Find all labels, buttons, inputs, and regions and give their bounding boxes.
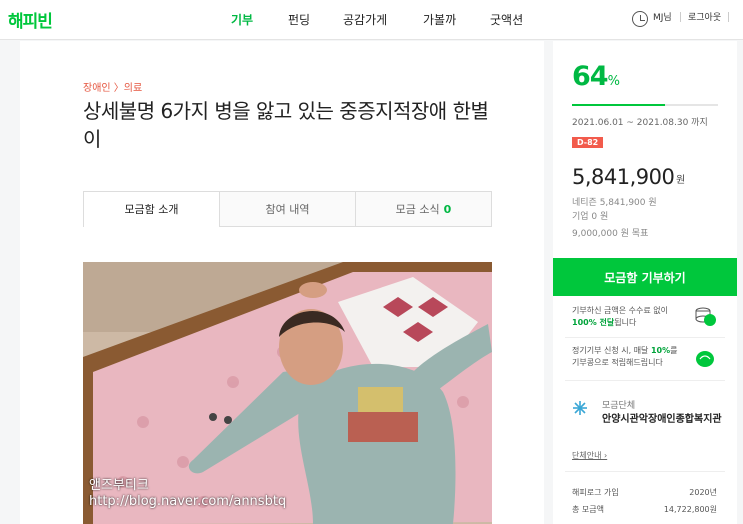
- tab-news[interactable]: 모금 소식 0: [355, 192, 491, 226]
- user-name[interactable]: MJ님: [653, 10, 672, 23]
- stat-total-label: 총 모금액: [572, 505, 604, 514]
- campaign-tabs: 모금함 소개 참여 내역 모금 소식 0: [83, 191, 492, 227]
- donate-button[interactable]: 모금함 기부하기: [553, 258, 737, 296]
- happybean-logo[interactable]: 해피빈: [8, 7, 53, 32]
- photo-watermark-name: 앤즈부티크: [89, 478, 149, 493]
- tab-intro-label: 모금함 소개: [124, 202, 179, 216]
- progress-bar-fill: [572, 104, 666, 106]
- photo-watermark-url: http://blog.naver.com/annsbtq: [89, 494, 287, 509]
- divider: [565, 380, 725, 381]
- goal-amount: 9,000,000 원 목표: [572, 229, 649, 239]
- percent-unit: %: [607, 74, 620, 89]
- tab-intro[interactable]: 모금함 소개: [84, 192, 219, 227]
- divider: [728, 12, 729, 22]
- campaign-main: 장애인 〉의료 상세불명 6가지 병을 앓고 있는 중증지적장애 한별이 모금함…: [20, 41, 544, 524]
- nav-place[interactable]: 가볼까: [423, 11, 456, 28]
- dday-badge: D-82: [572, 137, 604, 148]
- divider: [565, 471, 725, 472]
- clock-icon[interactable]: [632, 11, 648, 27]
- top-header: 해피빈 기부 펀딩 공감가게 가볼까 굿액션 MJ님 로그아웃: [0, 0, 743, 40]
- campaign-photo: 앤즈부티크 http://blog.naver.com/annsbtq: [83, 262, 492, 524]
- stat-join-label: 해피로그 가입: [572, 488, 619, 497]
- progress-bar: [572, 104, 718, 106]
- nav-donate[interactable]: 기부: [231, 11, 253, 28]
- notice-regular-pre: 정기기부 신청 시, 매달: [572, 346, 651, 355]
- tab-participants[interactable]: 참여 내역: [219, 192, 355, 226]
- bean-icon: [696, 351, 714, 367]
- divider: [565, 337, 725, 338]
- netizen-amount: 네티즌 5,841,900 원: [572, 198, 657, 208]
- notice-no-fee-line2: 됩니다: [614, 318, 637, 327]
- donation-sidebar: 64% 2021.06.01 ~ 2021.08.30 까지 D-82 5,84…: [553, 41, 737, 524]
- stat-join-value: 2020년: [689, 488, 717, 497]
- org-logo-icon: [573, 401, 587, 415]
- notice-regular-line2: 기부콩으로 적립해드립니다: [572, 358, 663, 367]
- nav-goodaction[interactable]: 굿액션: [490, 11, 523, 28]
- news-count: 0: [443, 202, 452, 216]
- org-name[interactable]: 안양시관악장애인종합복지관: [602, 410, 722, 425]
- org-info-link[interactable]: 단체안내 ›: [572, 450, 607, 461]
- percent-value: 64: [572, 61, 609, 92]
- campaign-period: 2021.06.01 ~ 2021.08.30 까지: [572, 118, 708, 128]
- nav-funding[interactable]: 펀딩: [288, 11, 310, 28]
- notice-regular-strong: 10%: [650, 346, 671, 355]
- campaign-title: 상세불명 6가지 병을 앓고 있는 중증지적장애 한별이: [83, 99, 489, 151]
- tab-news-label: 모금 소식: [395, 203, 440, 216]
- coins-icon: [695, 307, 716, 326]
- notice-no-fee-line1: 기부하신 금액은 수수료 없이: [572, 306, 668, 315]
- category-breadcrumb[interactable]: 장애인 〉의료: [83, 79, 142, 94]
- notice-regular-donation: 정기기부 신청 시, 매달 10%를 기부콩으로 적립해드립니다: [572, 345, 690, 369]
- raised-amount: 5,841,900: [572, 165, 675, 189]
- raised-amount-unit: 원: [676, 175, 686, 186]
- company-amount: 기업 0 원: [572, 212, 609, 222]
- progress-percent: 64%: [572, 61, 620, 92]
- nav-store[interactable]: 공감가게: [343, 11, 387, 28]
- logout-link[interactable]: 로그아웃: [688, 10, 721, 23]
- tab-participants-label: 참여 내역: [265, 203, 310, 216]
- divider: [680, 12, 681, 22]
- stat-total-value: 14,722,800원: [663, 505, 717, 514]
- notice-regular-post: 를: [670, 346, 678, 355]
- notice-no-fee-strong: 100% 전달: [572, 318, 615, 327]
- notice-no-fee: 기부하신 금액은 수수료 없이 100% 전달됩니다: [572, 305, 690, 329]
